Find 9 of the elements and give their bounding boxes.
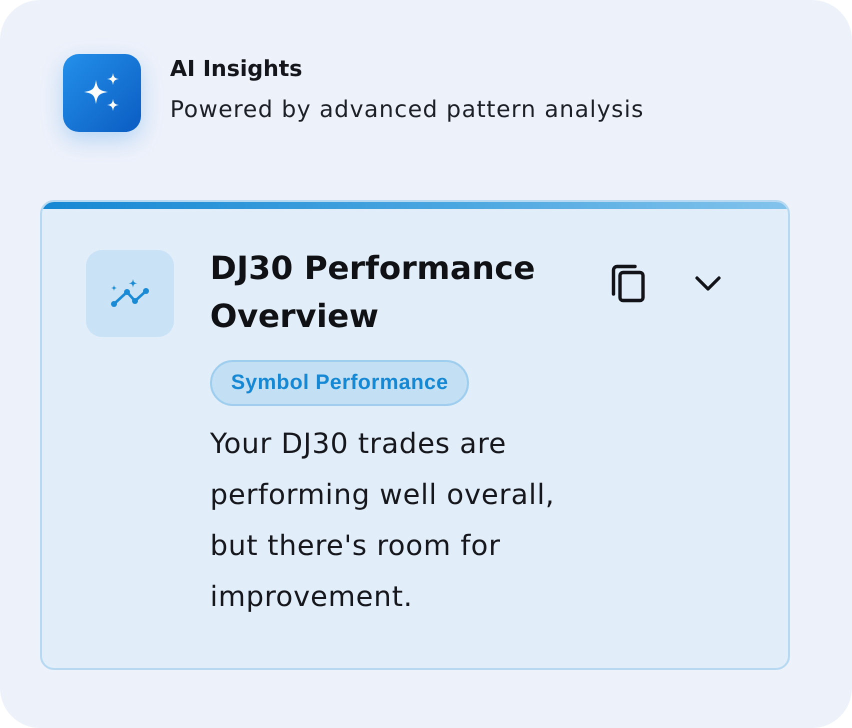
category-tag: Symbol Performance [210,360,470,406]
trend-chart-icon [86,250,174,337]
chevron-down-icon [694,274,722,292]
copy-icon [610,263,646,303]
insight-text: Your DJ30 trades are performing well overall, but there's room for improvement. [210,426,556,615]
sparkles-icon [63,54,141,132]
section-title: AI Insights [170,56,304,84]
insight-title: DJ30 Performance Overview [210,248,536,337]
section-subtitle: Powered by advanced pattern analysis [170,96,644,125]
